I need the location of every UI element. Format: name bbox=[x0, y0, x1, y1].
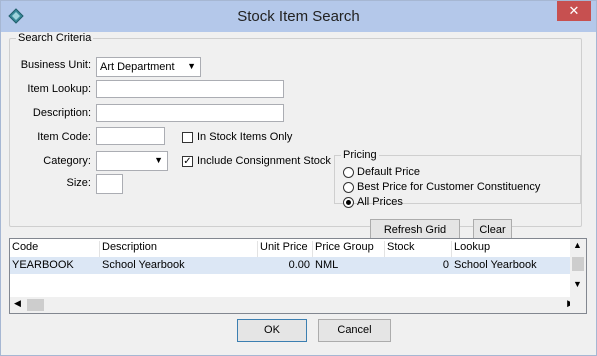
table-row[interactable]: YEARBOOK School Yearbook 0.00 NML 0 Scho… bbox=[10, 257, 572, 274]
all-prices-radio[interactable] bbox=[343, 197, 354, 208]
results-grid[interactable]: Code Description Unit Price Price Group … bbox=[9, 238, 587, 314]
cell-code: YEARBOOK bbox=[12, 259, 74, 271]
cell-unit-price: 0.00 bbox=[288, 259, 310, 271]
column-header-stock[interactable]: Stock bbox=[385, 241, 452, 257]
default-price-label: Default Price bbox=[357, 166, 420, 178]
column-header-unit-price[interactable]: Unit Price bbox=[258, 241, 313, 257]
radio-selected-dot bbox=[346, 200, 351, 205]
scroll-up-icon[interactable]: ▲ bbox=[573, 240, 582, 250]
cell-price-group: NML bbox=[315, 259, 339, 271]
pricing-group: Pricing Default Price Best Price for Cus… bbox=[334, 149, 581, 208]
chevron-down-icon: ▼ bbox=[154, 155, 163, 165]
column-header-lookup[interactable]: Lookup bbox=[452, 241, 572, 257]
scroll-left-icon[interactable]: ◀ bbox=[14, 298, 21, 309]
vertical-scroll-thumb[interactable] bbox=[572, 257, 584, 271]
cell-stock: 0 bbox=[442, 259, 449, 271]
business-unit-label: Business Unit: bbox=[20, 59, 91, 71]
best-price-label: Best Price for Customer Constituency bbox=[357, 181, 541, 193]
horizontal-scroll-thumb[interactable] bbox=[27, 299, 44, 311]
search-criteria-group: Search Criteria Business Unit: Art Depar… bbox=[9, 32, 582, 242]
item-lookup-label: Item Lookup: bbox=[27, 83, 91, 95]
cell-lookup: School Yearbook bbox=[454, 259, 537, 271]
window-title: Stock Item Search bbox=[237, 8, 360, 25]
stock-item-search-dialog: Stock Item Search ✕ Search Criteria Busi… bbox=[0, 0, 597, 356]
title-bar[interactable]: Stock Item Search ✕ bbox=[1, 1, 596, 32]
dialog-body: Search Criteria Business Unit: Art Depar… bbox=[8, 32, 589, 348]
scroll-down-icon[interactable]: ▼ bbox=[573, 279, 582, 289]
column-header-description[interactable]: Description bbox=[100, 241, 258, 257]
business-unit-value: Art Department bbox=[100, 61, 175, 73]
scrollbar-corner bbox=[570, 297, 586, 313]
category-select[interactable]: ▼ bbox=[96, 151, 168, 171]
pricing-legend: Pricing bbox=[343, 149, 377, 161]
best-price-radio[interactable] bbox=[343, 182, 354, 193]
grid-header: Code Description Unit Price Price Group … bbox=[10, 239, 572, 257]
close-button[interactable]: ✕ bbox=[557, 1, 591, 21]
vertical-scrollbar[interactable]: ▲ ▼ bbox=[570, 239, 586, 297]
consignment-checkbox[interactable]: ✓ bbox=[182, 156, 193, 167]
in-stock-checkbox[interactable] bbox=[182, 132, 193, 143]
item-code-label: Item Code: bbox=[37, 131, 91, 143]
chevron-down-icon: ▼ bbox=[187, 61, 196, 71]
in-stock-label: In Stock Items Only bbox=[197, 131, 293, 143]
item-lookup-input[interactable] bbox=[96, 80, 284, 98]
column-header-code[interactable]: Code bbox=[10, 241, 100, 257]
size-input[interactable] bbox=[96, 174, 123, 194]
all-prices-label: All Prices bbox=[357, 196, 403, 208]
search-criteria-legend: Search Criteria bbox=[18, 32, 92, 44]
size-label: Size: bbox=[66, 177, 91, 189]
cancel-button[interactable]: Cancel bbox=[318, 319, 391, 342]
consignment-label: Include Consignment Stock bbox=[197, 155, 331, 167]
ok-button[interactable]: OK bbox=[237, 319, 307, 342]
item-code-input[interactable] bbox=[96, 127, 165, 145]
description-input[interactable] bbox=[96, 104, 284, 122]
category-label: Category: bbox=[43, 155, 91, 167]
cell-description: School Yearbook bbox=[102, 259, 185, 271]
description-label: Description: bbox=[32, 107, 91, 119]
column-header-price-group[interactable]: Price Group bbox=[313, 241, 385, 257]
horizontal-scrollbar[interactable]: ◀ ▶ bbox=[10, 297, 574, 313]
default-price-radio[interactable] bbox=[343, 167, 354, 178]
business-unit-select[interactable]: Art Department ▼ bbox=[96, 57, 201, 77]
